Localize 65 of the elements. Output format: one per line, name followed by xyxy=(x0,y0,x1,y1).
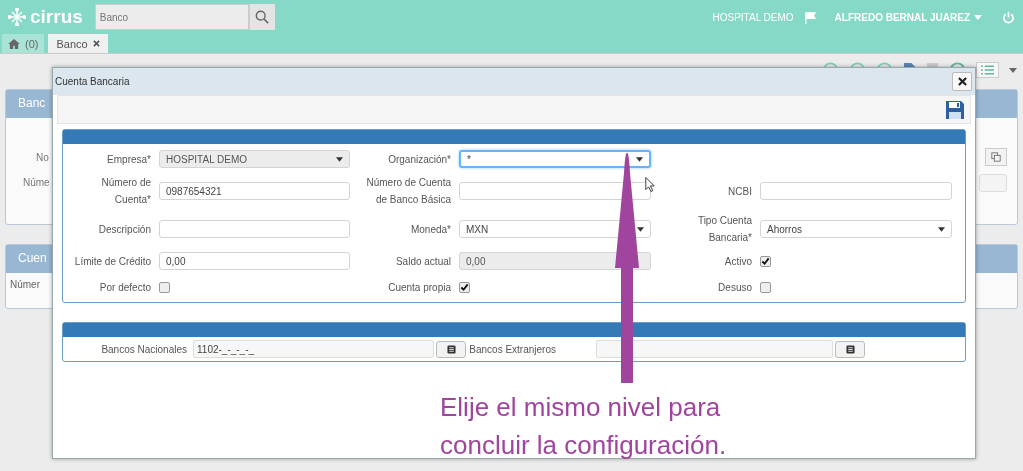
checkbox[interactable] xyxy=(159,281,170,293)
field-label: Desuso xyxy=(717,280,753,295)
field-label: Saldo actual xyxy=(394,254,452,269)
input-field[interactable]: 0,00 xyxy=(159,252,350,270)
caret-icon xyxy=(636,156,643,162)
search-button[interactable] xyxy=(248,4,275,30)
field-label: Límite de Crédito xyxy=(73,254,152,269)
list-icon xyxy=(446,344,456,354)
checkbox[interactable] xyxy=(459,281,470,293)
input-field[interactable] xyxy=(159,220,350,238)
caret-icon[interactable] xyxy=(1009,67,1017,73)
home-icon xyxy=(8,38,20,49)
field-label: Número de Cuenta* xyxy=(100,176,152,207)
input-field[interactable] xyxy=(760,182,952,200)
organization-name: HOSPITAL DEMO xyxy=(712,11,794,23)
field-label: Descripción xyxy=(97,222,152,237)
search-icon xyxy=(255,10,270,24)
annotation-text: Elije el mismo nivel para concluir la configuración. xyxy=(440,391,728,462)
input-field[interactable] xyxy=(979,174,1007,192)
field-label: Bancos Nacionales xyxy=(100,343,188,355)
field-label: Empresa* xyxy=(106,152,152,167)
field-label: No xyxy=(36,152,49,163)
close-icon xyxy=(957,77,967,86)
lookup-button[interactable] xyxy=(835,340,865,358)
input-field[interactable] xyxy=(459,182,651,200)
field-label: Núme xyxy=(23,177,50,188)
lookup-button[interactable] xyxy=(436,340,466,358)
field-label: Tipo Cuenta Bancaria* xyxy=(696,214,753,245)
tab[interactable]: Banco xyxy=(48,34,108,53)
field-label: NCBI xyxy=(727,184,753,199)
snowflake-icon xyxy=(8,8,26,26)
field-label: Organización* xyxy=(387,152,452,167)
field-label: Cuenta propia xyxy=(387,280,452,295)
tab-label: (0) xyxy=(25,37,39,50)
checkbox[interactable] xyxy=(760,255,771,267)
field-label: Número de Cuenta de Banco Básica xyxy=(365,176,452,207)
dropdown[interactable]: * xyxy=(459,150,651,168)
input-field[interactable]: 0987654321 xyxy=(159,182,350,200)
panel-title: Cuen xyxy=(18,251,47,265)
field-label: Por defecto xyxy=(98,280,152,295)
field-label: Moneda* xyxy=(409,222,452,237)
input-field[interactable] xyxy=(596,340,833,358)
cursor-icon xyxy=(645,177,655,192)
field-label: Bancos Extranjeros xyxy=(468,343,557,355)
dropdown[interactable]: Ahorros xyxy=(760,220,952,238)
tab[interactable]: (0) xyxy=(2,34,45,53)
input-field[interactable]: 1102-_-_-_-_ xyxy=(193,340,434,358)
copy-icon xyxy=(991,152,1001,162)
column-header[interactable]: Númer xyxy=(10,279,40,290)
dialog-title: Cuenta Bancaria xyxy=(55,76,130,87)
field-label: Activo xyxy=(723,254,753,269)
tab-label: Banco xyxy=(56,37,88,50)
caret-icon xyxy=(974,14,982,20)
panel-title: Banc xyxy=(18,96,46,110)
list-icon xyxy=(981,65,994,75)
copy-button[interactable] xyxy=(985,148,1007,166)
caret-icon xyxy=(336,156,343,162)
close-button[interactable] xyxy=(952,72,972,91)
close-icon[interactable] xyxy=(92,40,100,47)
checkbox[interactable] xyxy=(760,281,771,293)
logo: cirrus xyxy=(30,6,83,28)
search-field[interactable]: Banco xyxy=(94,4,249,30)
save-icon[interactable] xyxy=(946,100,964,119)
list-icon xyxy=(845,344,855,354)
dropdown[interactable]: MXN xyxy=(459,220,651,238)
